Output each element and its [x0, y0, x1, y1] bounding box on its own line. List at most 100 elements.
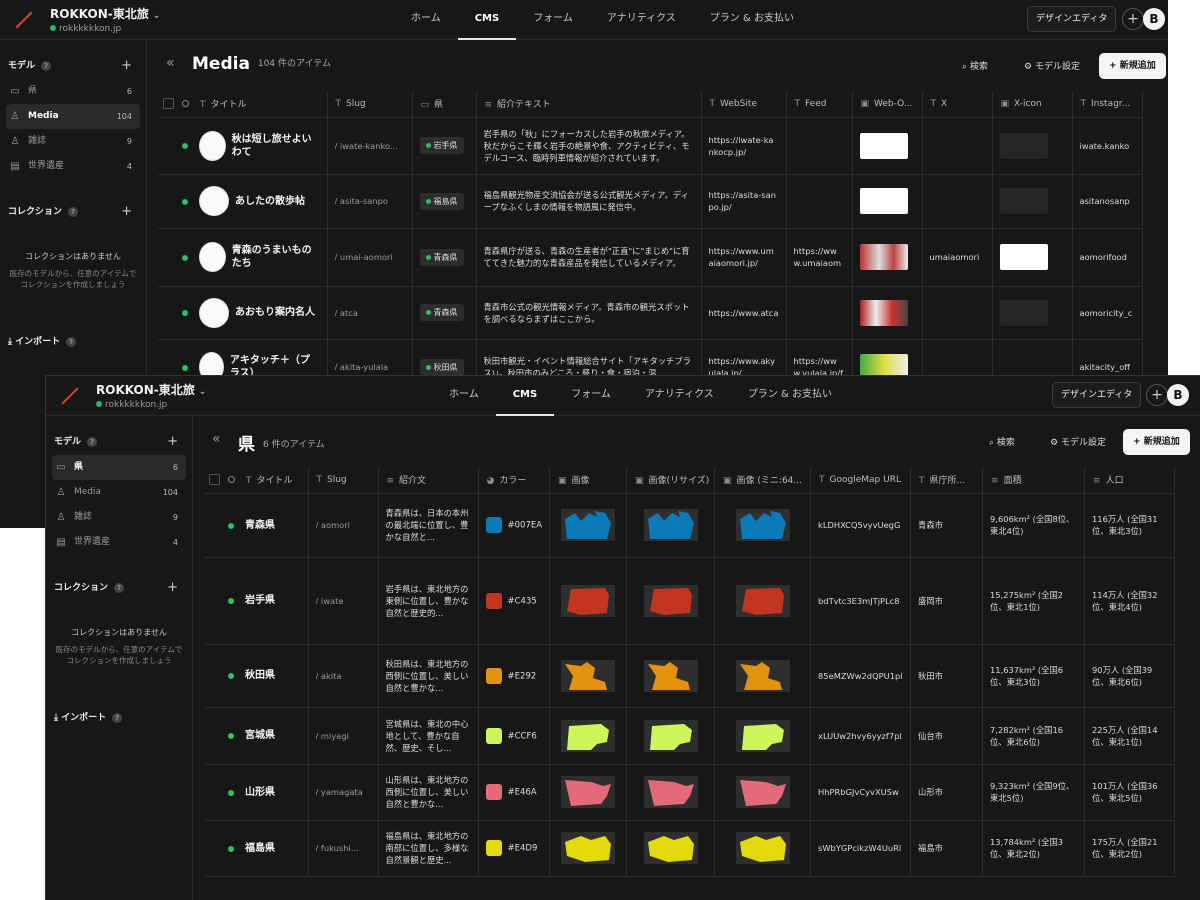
slug-cell[interactable]: / atca: [327, 286, 413, 340]
desc-cell[interactable]: 青森県は、日本の本州の最北端に位置し、豊かな自然と...: [378, 493, 479, 558]
title-cell[interactable]: 青森県: [238, 493, 309, 558]
add-icon[interactable]: +: [1122, 8, 1144, 30]
rokkon-logo-icon[interactable]: [14, 10, 34, 30]
capital-cell[interactable]: 福島市: [910, 820, 984, 877]
sidebar-item-magazine[interactable]: ♙ 雑誌 9: [52, 505, 186, 530]
column-header[interactable]: ▣ 画像(リサイズ): [626, 467, 716, 494]
x-icon-cell[interactable]: [992, 286, 1073, 340]
help-icon[interactable]: ?: [41, 61, 52, 71]
collapse-icon[interactable]: «: [166, 55, 175, 71]
title-cell[interactable]: 秋田県: [238, 644, 309, 708]
website-cell[interactable]: https://asita-sanpo.jp/: [701, 174, 787, 229]
color-cell[interactable]: #E46A: [478, 764, 551, 821]
slug-cell[interactable]: / aomori: [308, 493, 379, 558]
column-header[interactable]: T タイトル: [192, 91, 328, 118]
web-og-cell[interactable]: [852, 286, 923, 340]
help-icon[interactable]: ?: [68, 207, 79, 217]
sidebar-item-magazine[interactable]: ♙ 雑誌 9: [6, 129, 140, 154]
table-row[interactable]: 福島県 / fukushi... 福島県は、東北地方の南部に位置し、多様な自然景観と…: [204, 820, 1176, 877]
desc-cell[interactable]: 宮城県は、東北の中心地として、豊かな自然、歴史、そし...: [378, 707, 479, 765]
image-resized-cell[interactable]: [626, 493, 716, 558]
color-cell[interactable]: #E292: [478, 644, 551, 708]
column-header[interactable]: ▣ Web-O...: [852, 91, 923, 118]
feed-cell[interactable]: [786, 286, 853, 340]
tab-analytics[interactable]: アナリティクス: [590, 0, 693, 40]
image-mini-cell[interactable]: [714, 820, 812, 877]
column-header[interactable]: ≡ 人口: [1084, 467, 1176, 494]
table-row[interactable]: 山形県 / yamagata 山形県は、東北地方の西側に位置し、美しい自然と豊かな.…: [204, 764, 1176, 821]
website-cell[interactable]: https://www.atca: [701, 286, 787, 340]
model-settings-button[interactable]: ⚙ モデル設定: [1050, 435, 1106, 448]
feed-cell[interactable]: [786, 117, 853, 175]
column-header[interactable]: T Feed: [786, 91, 853, 118]
table-row[interactable]: あおもり案内名人 / atca 青森県 青森市公式の観光情報メディア。青森市の観光スポ…: [158, 286, 1143, 340]
slug-cell[interactable]: / yamagata: [308, 764, 379, 821]
column-header[interactable]: ▣ 画像 (ミニ:64...: [714, 467, 812, 494]
title-cell[interactable]: 秋は短し旅せよいわて: [192, 117, 328, 175]
add-collection-button[interactable]: +: [167, 575, 178, 601]
add-icon[interactable]: +: [1146, 384, 1168, 406]
feed-cell[interactable]: https://www.umaiaomori.jp/fe: [786, 228, 853, 287]
tab-forms[interactable]: フォーム: [554, 376, 628, 416]
pref-cell[interactable]: 青森県: [412, 286, 477, 340]
color-cell[interactable]: #CCF6: [478, 707, 551, 765]
image-resized-cell[interactable]: [626, 557, 716, 645]
instagram-cell[interactable]: aomorifood: [1072, 228, 1143, 287]
image-cell[interactable]: [549, 557, 628, 645]
column-header[interactable]: ▭ 県: [412, 91, 477, 118]
web-og-cell[interactable]: [852, 228, 923, 287]
website-cell[interactable]: https://www.umaiaomori.jp/: [701, 228, 787, 287]
select-all-checkbox[interactable]: [204, 467, 224, 494]
column-header[interactable]: T タイトル: [238, 467, 309, 494]
table-row[interactable]: 青森県 / aomori 青森県は、日本の本州の最北端に位置し、豊かな自然と... #…: [204, 493, 1176, 558]
sidebar-item-heritage[interactable]: ▤ 世界遺産 4: [52, 530, 186, 555]
table-row[interactable]: 秋田県 / akita 秋田県は、東北地方の西側に位置し、美しい自然と豊かな... #…: [204, 644, 1176, 708]
tab-home[interactable]: ホーム: [394, 0, 458, 40]
sidebar-item-ken[interactable]: ▭ 県 6: [52, 455, 186, 480]
desc-cell[interactable]: 山形県は、東北地方の西側に位置し、美しい自然と豊かな...: [378, 764, 479, 821]
image-cell[interactable]: [549, 644, 628, 708]
desc-cell[interactable]: 福島県観光物産交流協会が送る公式観光メディア。ディープなふくしまの情報を物語風に…: [476, 174, 702, 229]
add-model-button[interactable]: +: [121, 53, 132, 79]
add-collection-button[interactable]: +: [121, 199, 132, 225]
help-icon[interactable]: ?: [87, 437, 98, 447]
image-resized-cell[interactable]: [626, 644, 716, 708]
sidebar-item-media[interactable]: ♙ Media 104: [52, 480, 186, 505]
image-cell[interactable]: [549, 764, 628, 821]
population-cell[interactable]: 114万人 (全国32位、東北4位): [1084, 557, 1176, 645]
slug-cell[interactable]: / fukushi...: [308, 820, 379, 877]
row-checkbox[interactable]: [204, 764, 224, 821]
model-settings-button[interactable]: ⚙ モデル設定: [1024, 59, 1080, 72]
sidebar-item-ken[interactable]: ▭ 県 6: [6, 79, 140, 104]
select-all-checkbox[interactable]: [158, 91, 178, 118]
row-checkbox[interactable]: [204, 493, 224, 558]
web-og-cell[interactable]: [852, 174, 923, 229]
new-item-button[interactable]: + 新規追加: [1123, 429, 1190, 455]
table-row[interactable]: 秋は短し旅せよいわて / iwate-kanko... 岩手県 岩手県の「秋」にフォー…: [158, 117, 1143, 175]
design-editor-button[interactable]: デザインエディタ: [1052, 382, 1142, 408]
new-item-button[interactable]: + 新規追加: [1099, 53, 1166, 79]
color-cell[interactable]: #E4D9: [478, 820, 551, 877]
web-og-cell[interactable]: [852, 117, 923, 175]
collapse-icon[interactable]: «: [212, 431, 221, 447]
pref-cell[interactable]: 青森県: [412, 228, 477, 287]
capital-cell[interactable]: 秋田市: [910, 644, 984, 708]
image-cell[interactable]: [549, 707, 628, 765]
instagram-cell[interactable]: asitanosanp: [1072, 174, 1143, 229]
table-row[interactable]: 岩手県 / iwate 岩手県は、東北地方の東側に位置し、豊かな自然と歴史的... #…: [204, 557, 1176, 645]
column-header[interactable]: T 県庁所...: [910, 467, 984, 494]
project-switcher[interactable]: ROKKON-東北旅 ⌄ rokkkkkkon.jp: [50, 5, 160, 34]
color-cell[interactable]: #C435: [478, 557, 551, 645]
sidebar-item-heritage[interactable]: ▤ 世界遺産 4: [6, 154, 140, 179]
column-header[interactable]: T Instagr...: [1072, 91, 1143, 118]
add-model-button[interactable]: +: [167, 429, 178, 455]
column-header[interactable]: ≡ 紹介文: [378, 467, 479, 494]
desc-cell[interactable]: 福島県は、東北地方の南部に位置し、多様な自然景観と歴史...: [378, 820, 479, 877]
tab-analytics[interactable]: アナリティクス: [628, 376, 731, 416]
image-cell[interactable]: [549, 820, 628, 877]
capital-cell[interactable]: 山形市: [910, 764, 984, 821]
slug-cell[interactable]: / asita-sanpo: [327, 174, 413, 229]
title-cell[interactable]: 福島県: [238, 820, 309, 877]
area-cell[interactable]: 7,282km² (全国16位、東北6位): [982, 707, 1086, 765]
capital-cell[interactable]: 盛岡市: [910, 557, 984, 645]
